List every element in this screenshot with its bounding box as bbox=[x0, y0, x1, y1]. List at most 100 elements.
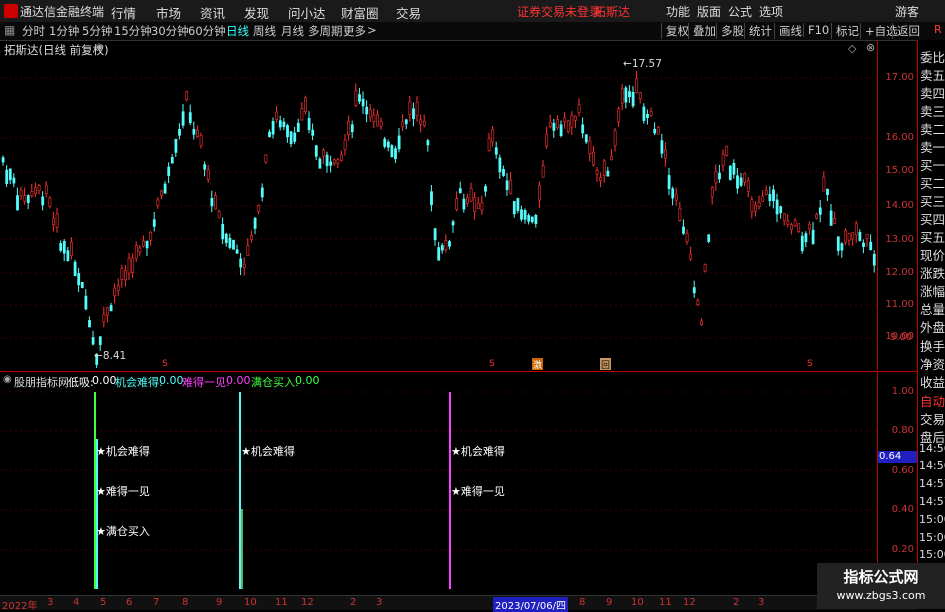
candle-body bbox=[502, 168, 505, 176]
candle-body bbox=[732, 163, 736, 175]
candle-body bbox=[854, 223, 858, 236]
btn-biaoji[interactable]: 标记 bbox=[831, 23, 859, 39]
candle-body bbox=[458, 188, 462, 194]
candle-body bbox=[145, 240, 149, 249]
candle-body bbox=[512, 201, 516, 215]
period-5min[interactable]: 5分钟 bbox=[82, 23, 112, 39]
indicator-chart[interactable]: ★机会难得 ★难得一见 ★满仓买入 ★机会难得 ★机会难得 ★难得一见 bbox=[0, 389, 877, 589]
candle-body bbox=[678, 207, 682, 221]
candle-body bbox=[649, 111, 653, 116]
period-multi[interactable]: 多周期 bbox=[308, 23, 343, 39]
menu-youke[interactable]: 游客 bbox=[895, 3, 919, 20]
side-label: 涨跌 bbox=[920, 266, 945, 281]
candle-body bbox=[775, 199, 779, 215]
period-more[interactable]: 更多 bbox=[343, 23, 366, 39]
candle-body bbox=[318, 158, 322, 169]
period-1min[interactable]: 1分钟 bbox=[49, 23, 79, 39]
period-15min[interactable]: 15分钟 bbox=[114, 23, 152, 39]
menu-item-jiaoyi[interactable]: 交易 bbox=[396, 3, 421, 22]
candle-body bbox=[844, 230, 847, 243]
period-30min[interactable]: 30分钟 bbox=[151, 23, 189, 39]
btn-f10[interactable]: F10 bbox=[803, 23, 829, 37]
candle-body bbox=[275, 111, 279, 120]
chevron-right-icon[interactable]: > bbox=[367, 23, 377, 37]
candle-body bbox=[779, 206, 783, 214]
side-label[interactable]: 自动 bbox=[920, 391, 945, 410]
candle-body bbox=[368, 109, 372, 118]
menu-gongneng[interactable]: 功能 bbox=[666, 3, 690, 20]
candlestick-chart[interactable] bbox=[0, 40, 877, 370]
period-day[interactable]: 日线 bbox=[226, 23, 249, 39]
candle-body bbox=[721, 153, 725, 166]
btn-diejia[interactable]: 叠加 bbox=[688, 23, 716, 39]
btn-fuquan[interactable]: 复权 bbox=[661, 23, 689, 39]
btn-duogu[interactable]: 多股 bbox=[716, 23, 744, 39]
candle-body bbox=[26, 195, 30, 203]
menu-item-zixun[interactable]: 资讯 bbox=[200, 3, 225, 22]
candle-body bbox=[286, 125, 289, 138]
candle-body bbox=[124, 270, 127, 281]
indicator-tick: 0.80 bbox=[891, 425, 914, 436]
trade-status[interactable]: 证券交易未登录 bbox=[517, 3, 601, 20]
candle-body bbox=[221, 223, 225, 240]
settings-icon[interactable]: ◉ bbox=[3, 374, 12, 385]
candle-body bbox=[304, 97, 307, 113]
period-month[interactable]: 月线 bbox=[281, 23, 304, 39]
side-label: 买四 bbox=[920, 212, 945, 227]
menu-xuanxiang[interactable]: 选项 bbox=[759, 3, 783, 20]
side-label[interactable]: 交易 bbox=[920, 409, 945, 428]
candle-body bbox=[829, 210, 833, 226]
low-label: ←8.41 bbox=[94, 350, 127, 362]
grid-icon[interactable]: ▦ bbox=[4, 23, 15, 37]
candle-body bbox=[178, 129, 181, 136]
candle-body bbox=[343, 139, 347, 151]
menu-item-wenxiaoda[interactable]: 问小达 bbox=[288, 3, 326, 22]
period-fenshi[interactable]: 分时 bbox=[22, 23, 45, 39]
candle-body bbox=[631, 92, 635, 107]
candle-body bbox=[372, 114, 376, 123]
date-tick: 12 bbox=[301, 597, 314, 608]
candle-body bbox=[426, 140, 430, 146]
period-60min[interactable]: 60分钟 bbox=[188, 23, 226, 39]
candle-body bbox=[498, 157, 502, 173]
candle-body bbox=[736, 175, 739, 189]
candle-body bbox=[84, 295, 88, 310]
low-value: 8.41 bbox=[102, 350, 127, 362]
btn-fanhui[interactable]: 返回 bbox=[892, 23, 920, 39]
candle-body bbox=[235, 249, 239, 254]
candle-body bbox=[98, 336, 102, 345]
menu-item-faxian[interactable]: 发现 bbox=[244, 3, 269, 22]
menu-gongshi[interactable]: 公式 bbox=[728, 3, 752, 20]
candle-body bbox=[815, 213, 819, 219]
candle-body bbox=[804, 233, 808, 243]
candle-body bbox=[430, 191, 433, 206]
candle-body bbox=[559, 124, 563, 136]
btn-tongji[interactable]: 统计 bbox=[744, 23, 772, 39]
candle-body bbox=[62, 240, 66, 254]
date-axis: 2022年 3 4 5 6 7 8 9 10 11 12 2 3 2023/07/06/四 8 9 10 11 12… bbox=[0, 595, 917, 612]
menu-item-shichang[interactable]: 市场 bbox=[156, 3, 181, 22]
side-label: 现价 bbox=[920, 248, 945, 263]
candle-body bbox=[401, 121, 405, 128]
jh-value: 0.00 bbox=[159, 374, 184, 387]
r-icon[interactable]: R bbox=[934, 23, 942, 36]
candle-body bbox=[23, 195, 27, 202]
menu-banmian[interactable]: 版面 bbox=[697, 3, 721, 20]
candle-body bbox=[30, 191, 34, 197]
candle-body bbox=[826, 188, 829, 196]
date-tick: 5 bbox=[100, 597, 107, 608]
candle-body bbox=[523, 210, 527, 220]
high-value: 17.57 bbox=[631, 58, 662, 70]
indicator-name[interactable]: 股朋指标网 bbox=[14, 374, 69, 390]
btn-huaxian[interactable]: 画线 bbox=[774, 23, 802, 39]
candle-body bbox=[163, 183, 167, 194]
candle-body bbox=[113, 287, 117, 297]
candle-body bbox=[469, 188, 473, 202]
menu-item-caifuquan[interactable]: 财富圈 bbox=[341, 3, 379, 22]
trade-time: 15:00 bbox=[919, 548, 945, 561]
candle-body bbox=[556, 119, 559, 129]
candle-body bbox=[509, 179, 513, 194]
price-tick: 12.00 bbox=[885, 267, 914, 278]
period-week[interactable]: 周线 bbox=[253, 23, 276, 39]
menu-item-hangqing[interactable]: 行情 bbox=[111, 3, 136, 22]
